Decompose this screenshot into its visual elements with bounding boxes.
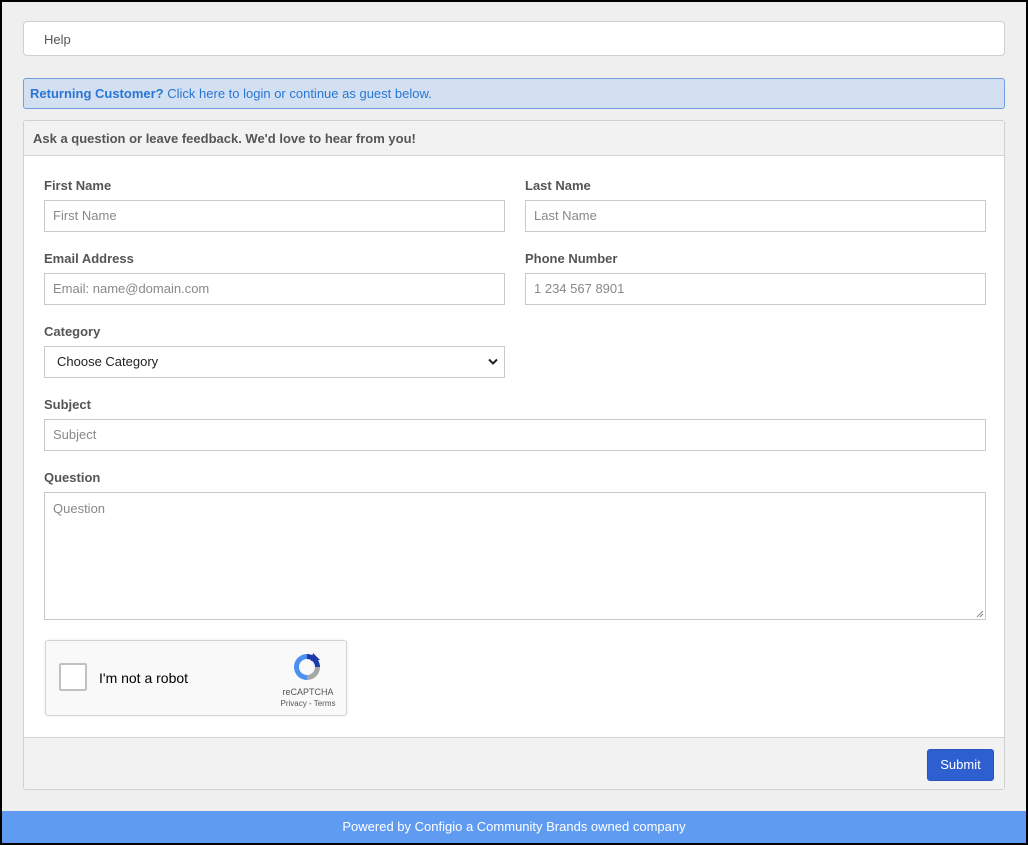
phone-placeholder: 1 234 567 8901 <box>534 281 625 296</box>
email-label: Email Address <box>44 251 134 266</box>
first-name-input[interactable]: First Name <box>44 200 505 232</box>
last-name-input[interactable]: Last Name <box>525 200 986 232</box>
phone-label: Phone Number <box>525 251 618 266</box>
last-name-placeholder: Last Name <box>534 208 597 223</box>
recaptcha-privacy-link[interactable]: Privacy <box>281 699 307 708</box>
phone-input[interactable]: 1 234 567 8901 <box>525 273 986 305</box>
recaptcha-widget: I'm not a robot reCAPTCHA Privacy - Term… <box>45 640 347 716</box>
resize-grip-icon[interactable] <box>976 610 984 618</box>
recaptcha-brand: reCAPTCHA <box>282 687 334 697</box>
recaptcha-terms-link[interactable]: Terms <box>314 699 336 708</box>
category-select[interactable]: Choose Category <box>44 346 505 378</box>
subject-input[interactable]: Subject <box>44 419 986 451</box>
page-footer: Powered by Configio a Community Brands o… <box>2 811 1026 843</box>
breadcrumb-help-link[interactable]: Help <box>44 32 71 47</box>
email-placeholder: Email: name@domain.com <box>53 281 210 296</box>
breadcrumb: Help <box>23 21 1005 56</box>
category-label: Category <box>44 324 101 339</box>
email-input[interactable]: Email: name@domain.com <box>44 273 505 305</box>
page: Help Returning Customer? Click here to l… <box>2 2 1026 843</box>
subject-label: Subject <box>44 397 91 412</box>
login-link[interactable]: Click here to login or continue as guest… <box>167 86 432 101</box>
alert-bold-text: Returning Customer? <box>30 86 164 101</box>
subject-placeholder: Subject <box>53 427 97 442</box>
panel-heading-text: Ask a question or leave feedback. We'd l… <box>33 131 416 146</box>
recaptcha-checkbox[interactable] <box>59 663 87 691</box>
recaptcha-logo-icon <box>294 653 320 680</box>
first-name-placeholder: First Name <box>53 208 117 223</box>
category-selected-value: Choose Category <box>57 354 159 369</box>
recaptcha-links: Privacy - Terms <box>272 699 344 708</box>
question-textarea[interactable]: Question <box>44 492 986 620</box>
feedback-panel: Ask a question or leave feedback. We'd l… <box>23 120 1005 790</box>
first-name-label: First Name <box>44 178 112 193</box>
panel-footer: Submit <box>24 737 1004 789</box>
last-name-label: Last Name <box>525 178 591 193</box>
chevron-down-icon <box>488 358 498 365</box>
recaptcha-label: I'm not a robot <box>99 670 189 686</box>
returning-customer-alert: Returning Customer? Click here to login … <box>23 78 1005 109</box>
question-placeholder: Question <box>53 501 106 516</box>
question-label: Question <box>44 470 101 485</box>
recaptcha-link-separator: - <box>306 699 314 708</box>
submit-button[interactable]: Submit <box>927 749 994 781</box>
panel-heading: Ask a question or leave feedback. We'd l… <box>24 121 1004 156</box>
